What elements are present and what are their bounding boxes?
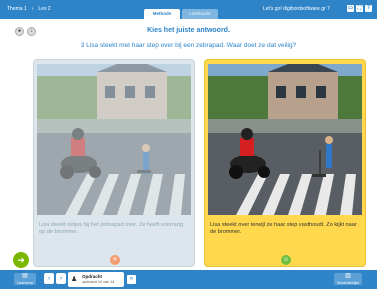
answer-photo [208,64,362,215]
answer-caption: Lisa steekt over terwijl ze haar step va… [210,222,357,235]
wrong-mark-icon: ✕ [110,255,120,265]
assignment-indicator[interactable]: ♟ Opdracht opdracht 10 van 14 [68,272,124,287]
next-button[interactable]: ➜ [13,252,29,268]
smiley-icon: ☺ [281,255,291,265]
tab-group: Methode Leerkracht [144,9,218,19]
question-text: 3 Lisa steekt met haar step over bij een… [80,42,297,49]
tab-leerkracht[interactable]: Leerkracht [182,9,218,19]
bottom-bar: ▤ Lesmenu ‹ › ♟ Opdracht opdracht 10 van… [0,270,377,289]
next-arrow-icon[interactable]: › [56,273,66,284]
window-controls: ▭ ⛶ ? [347,5,372,12]
question-header: ● ♪ Kies het juiste antwoord. 3 Lisa ste… [0,19,377,59]
menu-icon: ▤ [22,273,28,279]
lesson-menu-button[interactable]: ▤ Lesmenu [14,273,36,285]
breadcrumb-lesson[interactable]: Les 2 [38,6,50,12]
answer-card-wrong[interactable]: Lisa steekt netjes bij het zebrapad over… [33,59,195,267]
help-icon[interactable]: ? [365,5,372,12]
people-icon: ♟ [71,276,78,283]
window-icon[interactable]: ▭ [347,5,354,12]
fullscreen-icon[interactable]: ⛶ [356,5,363,12]
assignment-title: Opdracht [82,274,103,279]
page-title: Kies het juiste antwoord. [147,27,230,34]
wordlist-label: Woordenlijst [337,280,359,285]
answer-photo [37,64,191,215]
breadcrumb: Thema 1 › Les 2 [7,6,51,12]
tab-methode[interactable]: Methode [144,9,180,19]
brand-title: Let's go! digibordsoftware gr 7 [263,6,330,12]
street-scene-image [37,64,191,215]
wordlist-button[interactable]: ▥ Woordenlijst [334,273,362,285]
breadcrumb-separator: › [31,6,34,12]
close-icon[interactable]: ✕ [127,275,136,284]
answer-caption: Lisa steekt netjes bij het zebrapad over… [39,222,183,235]
book-icon: ▥ [345,273,351,279]
assignment-progress: opdracht 10 van 14 [82,280,115,284]
top-bar: Thema 1 › Les 2 Methode Leerkracht Let's… [0,0,377,19]
lesson-menu-label: Lesmenu [16,280,34,285]
answer-card-correct[interactable]: Lisa steekt over terwijl ze haar step va… [204,59,366,267]
street-scene-image [208,64,362,215]
prev-arrow-icon[interactable]: ‹ [44,273,54,284]
breadcrumb-theme[interactable]: Thema 1 [7,6,27,12]
